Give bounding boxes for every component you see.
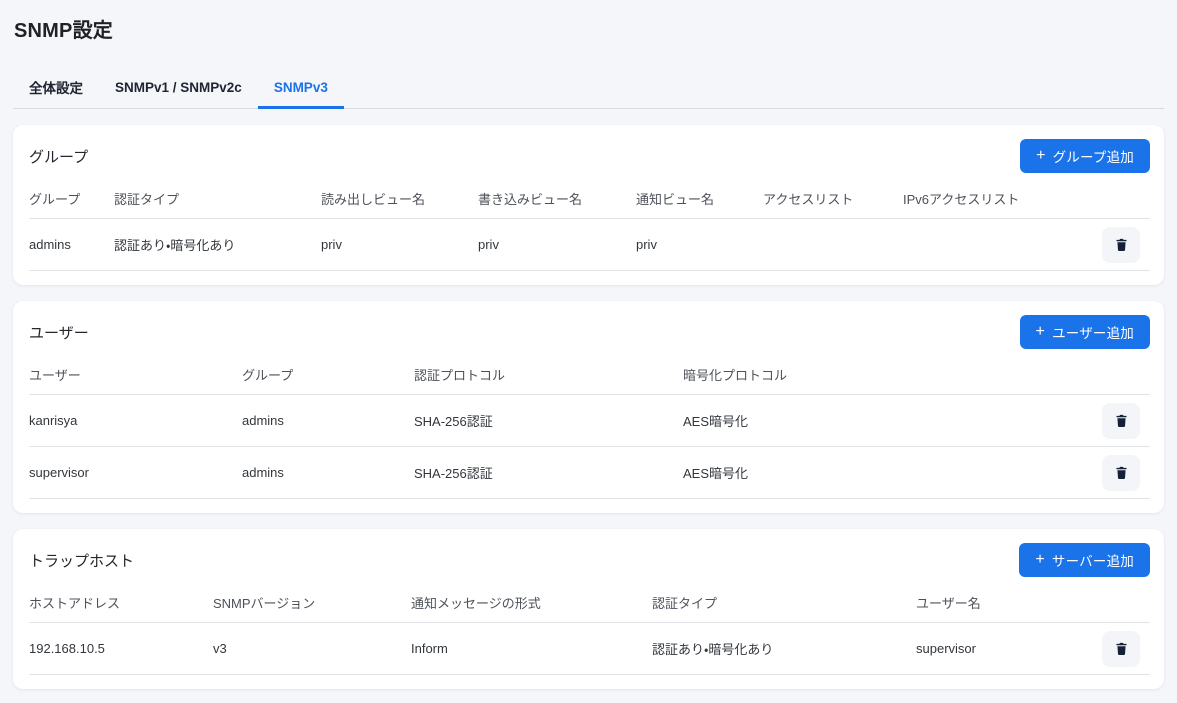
trap-hosts-table: ホストアドレス SNMPバージョン 通知メッセージの形式 認証タイプ ユーザー名… — [29, 583, 1150, 675]
column-header: IPv6アクセスリスト — [903, 189, 1102, 208]
cell-privacy-protocol: AES暗号化 — [683, 463, 1102, 482]
column-header: 暗号化プロトコル — [683, 365, 1102, 384]
column-header: SNMPバージョン — [213, 593, 411, 612]
table-row: 192.168.10.5 v3 Inform 認証あり・暗号化あり superv… — [29, 623, 1150, 675]
plus-icon: + — [1036, 324, 1046, 340]
plus-icon: + — [1035, 552, 1045, 568]
column-header: ホストアドレス — [29, 593, 213, 612]
column-header: ユーザー — [29, 365, 242, 384]
add-server-button[interactable]: + サーバー追加 — [1019, 543, 1150, 577]
cell-user-name: supervisor — [29, 465, 242, 480]
column-header: 書き込みビュー名 — [478, 189, 636, 208]
column-header: 認証タイプ — [652, 593, 916, 612]
trap-hosts-card-title: トラップホスト — [29, 550, 134, 571]
add-user-button-label: ユーザー追加 — [1052, 322, 1134, 342]
cell-auth-type: 認証あり・暗号化あり — [652, 639, 916, 658]
column-header: 読み出しビュー名 — [321, 189, 478, 208]
cell-notify-message-format: Inform — [411, 641, 652, 656]
trash-icon — [1114, 464, 1129, 481]
cell-group: admins — [242, 465, 414, 480]
users-card-title: ユーザー — [29, 322, 89, 343]
cell-auth-protocol: SHA-256認証 — [414, 463, 683, 482]
cell-user-name: supervisor — [916, 641, 1102, 656]
users-table-header-row: ユーザー グループ 認証プロトコル 暗号化プロトコル — [29, 355, 1150, 395]
groups-table-header-row: グループ 認証タイプ 読み出しビュー名 書き込みビュー名 通知ビュー名 アクセス… — [29, 179, 1150, 219]
cell-notify-view: priv — [636, 237, 763, 252]
cell-auth-protocol: SHA-256認証 — [414, 411, 683, 430]
table-row: supervisor admins SHA-256認証 AES暗号化 — [29, 447, 1150, 499]
table-row: admins 認証あり・暗号化あり priv priv priv — [29, 219, 1150, 271]
column-header: 認証タイプ — [114, 189, 321, 208]
tab-general-settings[interactable]: 全体設定 — [13, 68, 99, 109]
trap-hosts-table-header-row: ホストアドレス SNMPバージョン 通知メッセージの形式 認証タイプ ユーザー名 — [29, 583, 1150, 623]
cell-write-view: priv — [478, 237, 636, 252]
delete-user-button[interactable] — [1102, 403, 1140, 439]
column-header: グループ — [242, 365, 414, 384]
trap-hosts-card: トラップホスト + サーバー追加 ホストアドレス SNMPバージョン 通知メッセ… — [13, 529, 1164, 689]
trap-hosts-card-header: トラップホスト + サーバー追加 — [29, 529, 1150, 577]
cell-group-name: admins — [29, 237, 114, 252]
cell-privacy-protocol: AES暗号化 — [683, 411, 1102, 430]
column-header: 認証プロトコル — [414, 365, 683, 384]
cell-auth-type: 認証あり・暗号化あり — [114, 235, 321, 254]
add-user-button[interactable]: + ユーザー追加 — [1020, 315, 1150, 349]
plus-icon: + — [1036, 148, 1046, 164]
column-header: グループ — [29, 189, 114, 208]
groups-card-header: グループ + グループ追加 — [29, 125, 1150, 173]
add-group-button-label: グループ追加 — [1053, 146, 1134, 166]
column-header: アクセスリスト — [763, 189, 903, 208]
tab-snmpv1-v2c[interactable]: SNMPv1 / SNMPv2c — [99, 68, 258, 109]
table-row: kanrisya admins SHA-256認証 AES暗号化 — [29, 395, 1150, 447]
delete-trap-host-button[interactable] — [1102, 631, 1140, 667]
groups-table: グループ 認証タイプ 読み出しビュー名 書き込みビュー名 通知ビュー名 アクセス… — [29, 179, 1150, 271]
column-header: ユーザー名 — [916, 593, 1102, 612]
trash-icon — [1114, 640, 1129, 657]
tabbar: 全体設定 SNMPv1 / SNMPv2c SNMPv3 — [13, 68, 1164, 109]
snmp-settings-page: SNMP設定 全体設定 SNMPv1 / SNMPv2c SNMPv3 グループ… — [0, 0, 1177, 703]
groups-card: グループ + グループ追加 グループ 認証タイプ 読み出しビュー名 書き込みビュ… — [13, 125, 1164, 285]
add-group-button[interactable]: + グループ追加 — [1020, 139, 1150, 173]
users-card-header: ユーザー + ユーザー追加 — [29, 301, 1150, 349]
users-card: ユーザー + ユーザー追加 ユーザー グループ 認証プロトコル 暗号化プロトコル… — [13, 301, 1164, 513]
tab-snmpv3[interactable]: SNMPv3 — [258, 68, 344, 109]
trash-icon — [1114, 412, 1129, 429]
users-table: ユーザー グループ 認証プロトコル 暗号化プロトコル kanrisya admi… — [29, 355, 1150, 499]
cell-snmp-version: v3 — [213, 641, 411, 656]
cell-host-address: 192.168.10.5 — [29, 641, 213, 656]
add-server-button-label: サーバー追加 — [1052, 550, 1134, 570]
page-title: SNMP設定 — [13, 14, 1164, 43]
cell-read-view: priv — [321, 237, 478, 252]
column-header: 通知ビュー名 — [636, 189, 763, 208]
groups-card-title: グループ — [29, 146, 88, 167]
delete-group-button[interactable] — [1102, 227, 1140, 263]
cell-group: admins — [242, 413, 414, 428]
column-header: 通知メッセージの形式 — [411, 593, 652, 612]
trash-icon — [1114, 236, 1129, 253]
delete-user-button[interactable] — [1102, 455, 1140, 491]
cell-user-name: kanrisya — [29, 413, 242, 428]
